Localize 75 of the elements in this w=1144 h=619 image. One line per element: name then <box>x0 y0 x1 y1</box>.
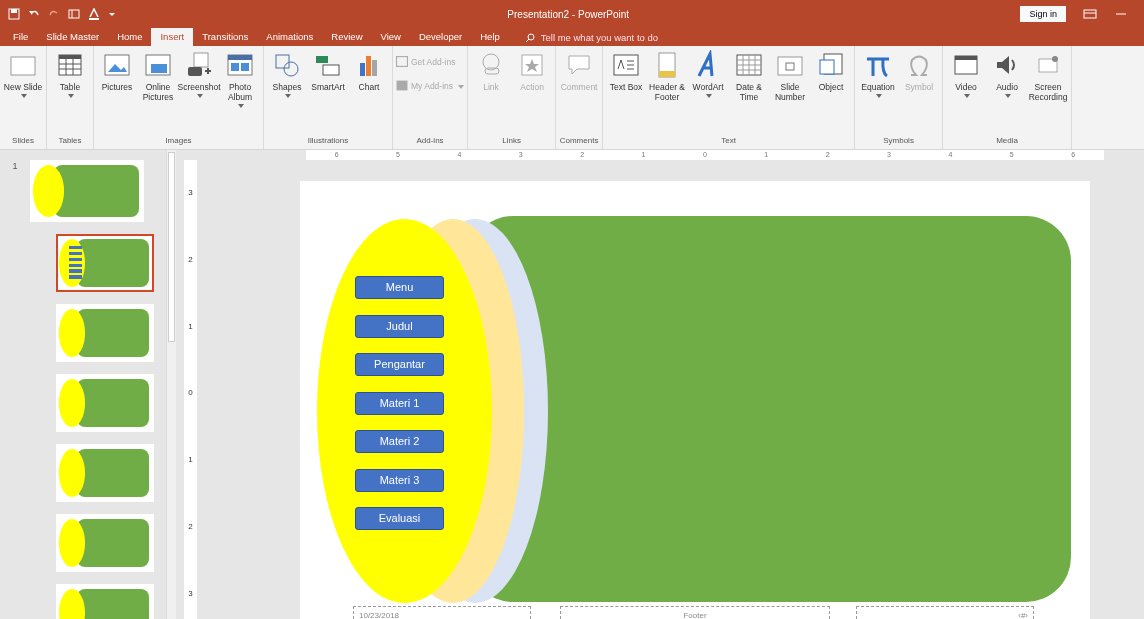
ruler-number: 2 <box>188 254 193 267</box>
window-title: Presentation2 - PowerPoint <box>506 7 631 22</box>
ribbon-button[interactable]: Slide Number <box>770 48 811 135</box>
menu-button[interactable]: Materi 2 <box>355 430 444 453</box>
slide-thumbnail[interactable] <box>56 374 154 432</box>
ruler-number: 2 <box>188 520 193 533</box>
footer-placeholder[interactable]: Footer <box>560 606 830 619</box>
scrollbar-thumb[interactable] <box>168 152 175 342</box>
group-label: Images <box>164 135 193 147</box>
menu-button[interactable]: Materi 3 <box>355 468 444 492</box>
slide-thumbnail[interactable] <box>30 160 144 222</box>
group-label: Tables <box>57 135 83 147</box>
ribbon-button[interactable]: Pictures <box>97 48 137 135</box>
ribbon-tab[interactable]: Animations <box>257 28 323 46</box>
menu-button[interactable]: Judul <box>355 314 444 338</box>
ribbon-button[interactable]: Text Box <box>606 48 647 135</box>
ribbon-button[interactable]: Audio <box>987 48 1028 135</box>
ruler-number: 1 <box>188 320 193 333</box>
menu-button[interactable]: Materi 1 <box>355 391 444 415</box>
ribbon-tab[interactable]: Slide Master <box>37 28 109 46</box>
group-label: Media <box>995 135 1019 147</box>
group-label: Text <box>720 135 737 147</box>
slide-number: 1 <box>11 160 19 173</box>
ribbon-button[interactable]: Table <box>50 48 90 135</box>
ribbon-tab[interactable]: Developer <box>409 28 472 46</box>
slide-thumbnail[interactable] <box>56 444 154 502</box>
ribbon-button[interactable]: Online Pictures <box>138 48 178 135</box>
ribbon-button[interactable]: New Slide <box>3 48 43 135</box>
scrollbar[interactable] <box>166 150 176 619</box>
menu-button[interactable]: Pengantar <box>355 353 444 376</box>
ruler-number: 3 <box>188 587 193 600</box>
ribbon-button[interactable]: Header & Footer <box>647 48 688 135</box>
ribbon-tab[interactable]: File <box>4 28 38 46</box>
menu-button[interactable]: Evaluasi <box>355 507 444 530</box>
group-label: Illustrations <box>306 135 350 147</box>
font-color-icon[interactable] <box>88 8 100 20</box>
ribbon-button[interactable]: Date & Time <box>729 48 770 135</box>
slide-layout-icon[interactable] <box>68 8 80 20</box>
search-icon <box>524 33 535 43</box>
ribbon-button[interactable]: Video <box>946 48 987 135</box>
tell-me-field[interactable]: Tell me what you want to do <box>524 30 709 46</box>
ribbon-button[interactable]: Screen Recording <box>1028 48 1069 135</box>
sign-in-button[interactable]: Sign in <box>1020 6 1066 22</box>
ribbon-button[interactable]: Equation <box>858 48 899 135</box>
ruler-number: 3 <box>188 187 193 200</box>
group-label: Comments <box>559 135 600 147</box>
ruler-number: 1 <box>188 454 193 467</box>
slide-number-placeholder[interactable]: ‹#› <box>856 606 1034 619</box>
ribbon-button[interactable]: Screenshot <box>179 48 219 135</box>
date-placeholder[interactable]: 10/23/2018 <box>353 606 531 619</box>
menu-button[interactable]: Menu <box>355 276 444 299</box>
ribbon-tab[interactable]: Help <box>471 28 509 46</box>
ribbon-tab[interactable]: Review <box>322 28 372 46</box>
slide-thumbnail[interactable] <box>56 234 154 292</box>
ruler-number: 0 <box>188 387 193 400</box>
ribbon-button[interactable]: Photo Album <box>220 48 260 135</box>
group-label: Links <box>501 135 522 147</box>
layered-shapes-drawing[interactable] <box>317 216 1071 603</box>
ribbon-button[interactable]: SmartArt <box>308 48 348 135</box>
group-label: Add-ins <box>415 135 445 147</box>
slide-canvas[interactable]: Menu Judul Pengantar Materi 1 Materi 2 Materi 3 Evaluasi 10/23/2018 Footer ‹#› <box>300 181 1090 619</box>
ribbon-tab[interactable]: Transitions <box>193 28 258 46</box>
slide-thumbnail[interactable] <box>56 304 154 362</box>
group-label: Slides <box>11 135 35 147</box>
ribbon-button[interactable]: Shapes <box>267 48 307 135</box>
slide-thumbnail[interactable] <box>56 514 154 572</box>
ribbon-button[interactable]: WordArt <box>688 48 729 135</box>
ribbon-tab[interactable]: Home <box>108 28 152 46</box>
group-label: Symbols <box>882 135 915 147</box>
ribbon-tab[interactable]: View <box>371 28 410 46</box>
ribbon-button[interactable]: Object <box>811 48 852 135</box>
ribbon-button[interactable]: Chart <box>349 48 389 135</box>
ribbon-tab[interactable]: Insert <box>151 28 194 46</box>
save-icon[interactable] <box>8 8 20 20</box>
ribbon-display-icon[interactable] <box>1082 8 1098 20</box>
